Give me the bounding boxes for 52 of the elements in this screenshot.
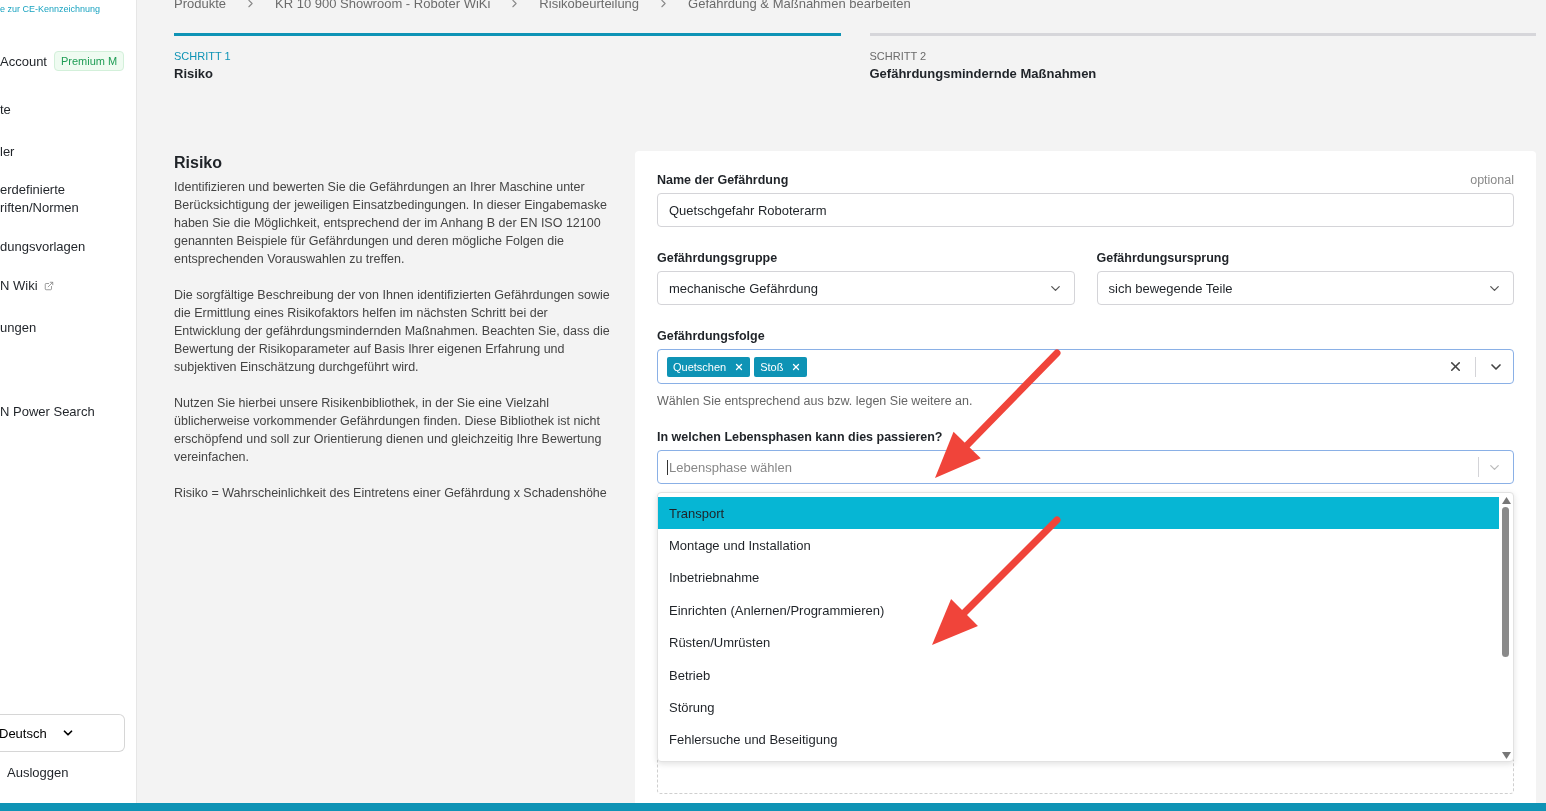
dropdown-option[interactable]: Fehlersuche und Beseitigung: [658, 723, 1499, 757]
remove-icon: [734, 361, 745, 372]
scrollbar-thumb[interactable]: [1502, 507, 1509, 657]
description-paragraph: Risiko = Wahrscheinlichkeit des Eintretens einer Gefährdung x Schadenshöhe: [174, 485, 608, 502]
select-field[interactable]: mechanische Gefährdung: [657, 271, 1075, 305]
sidebar-item[interactable]: te: [0, 101, 11, 119]
description-paragraph: Identifizieren und bewerten Sie die Gefährdungen an Ihrer Maschine unter Berücksichtigung der jeweiligen Einsatzbedingungen. In dieser Eingabemaske haben Sie die Möglichkeit, entsprechend der im Anhang B der EN ISO 12100 genannten Beispiele für Gefährdungen und deren mögliche Folgen die entsprechenden Vorauswahlen zu treffen.: [174, 179, 608, 268]
sidebar-item[interactable]: N Wiki: [0, 277, 54, 295]
sidebar-item[interactable]: erdefinierte riften/Normen: [0, 181, 79, 217]
external-link-icon: [43, 281, 54, 291]
sidebar-item[interactable]: N Power Search: [0, 403, 95, 421]
field-label: Gefährdungsursprung: [1096, 251, 1230, 265]
step-number: SCHRITT 1: [174, 50, 231, 62]
dropdown-option[interactable]: Betrieb: [658, 658, 1499, 692]
description-paragraph: Die sorgfältige Beschreibung der von Ihnen identifizierten Gefährdungen sowie die Ermittlung eines Risikofaktors helfen im nächsten Schritt bei der Entwicklung der gefährdungsmindernden Maßnahmen. Beachten Sie, dass die Bewertung der Risikoparameter auf Basis Ihrer eigenen Erfahrung und subjektiven Einschätzung durchgeführt wird.: [174, 287, 611, 376]
multi-select-field[interactable]: Quetschen Stoß: [657, 349, 1514, 384]
dropdown-option[interactable]: Montage und Installation: [658, 529, 1499, 562]
language-select[interactable]: Deutsch: [0, 714, 125, 752]
dropdown-option[interactable]: Rüsten/Umrüsten: [658, 626, 1499, 659]
sidebar-item[interactable]: ler: [0, 143, 15, 161]
field-label: Gefährdungsgruppe: [657, 251, 778, 265]
step-number: SCHRITT 2: [869, 50, 927, 62]
optional-label: optional: [1470, 173, 1514, 187]
description-paragraph: Nutzen Sie hierbei unsere Risikenbibliothek, in der Sie eine Vielzahl üblicherweise vorkommender Gefährdungen finden. Diese Bibliothek ist nicht erschöpfend und soll zur Orientierung dienen und gleichzeitig Ihre Bewertung vereinfachen.: [174, 395, 603, 466]
hint-text: Wählen Sie entsprechend aus bzw. legen Sie weitere an.: [657, 394, 973, 408]
dropdown-option[interactable]: Einrichten (Anlernen/Programmieren): [658, 594, 1499, 627]
sidebar-item[interactable]: dungsvorlagen: [0, 238, 86, 256]
name-input[interactable]: Quetschgefahr Roboterarm: [657, 193, 1514, 227]
step-tab[interactable]: SCHRITT 2 Gefährdungsmindernde Maßnahmen: [869, 33, 1536, 81]
dropdown-option[interactable]: Inbetriebnahme: [658, 561, 1499, 595]
scroll-down-icon[interactable]: [1501, 752, 1511, 759]
select-field[interactable]: sich bewegende Teile: [1096, 271, 1514, 305]
step-tab[interactable]: SCHRITT 1 Risiko: [174, 33, 841, 81]
step-title: Gefährdungsmindernde Maßnahmen: [869, 66, 1097, 81]
scroll-up-icon[interactable]: [1501, 497, 1511, 504]
field-label: In welchen Lebensphasen kann dies passieren?: [657, 430, 943, 444]
step-title: Risiko: [174, 66, 213, 81]
field-label: Gefährdungsfolge: [657, 329, 765, 343]
account-label: Account: [0, 53, 47, 69]
dropdown-option[interactable]: Transport: [658, 497, 1499, 530]
tag-chip[interactable]: Stoß: [754, 356, 808, 377]
dropdown-option[interactable]: Störung: [658, 691, 1499, 724]
logo-tagline: e zur CE-Kennzeichnung: [0, 4, 101, 14]
sidebar-item[interactable]: ungen: [0, 319, 37, 337]
section-title: Risiko: [174, 154, 223, 172]
plan-badge: Premium M: [54, 51, 125, 71]
logout-link[interactable]: Ausloggen: [7, 765, 69, 780]
lifecycle-select[interactable]: Lebensphase wählen: [657, 450, 1514, 484]
clear-icon[interactable]: [1448, 359, 1463, 374]
tag-chip[interactable]: Quetschen: [667, 356, 751, 377]
remove-icon: [791, 361, 802, 372]
field-label: Name der Gefährdung: [657, 173, 789, 187]
